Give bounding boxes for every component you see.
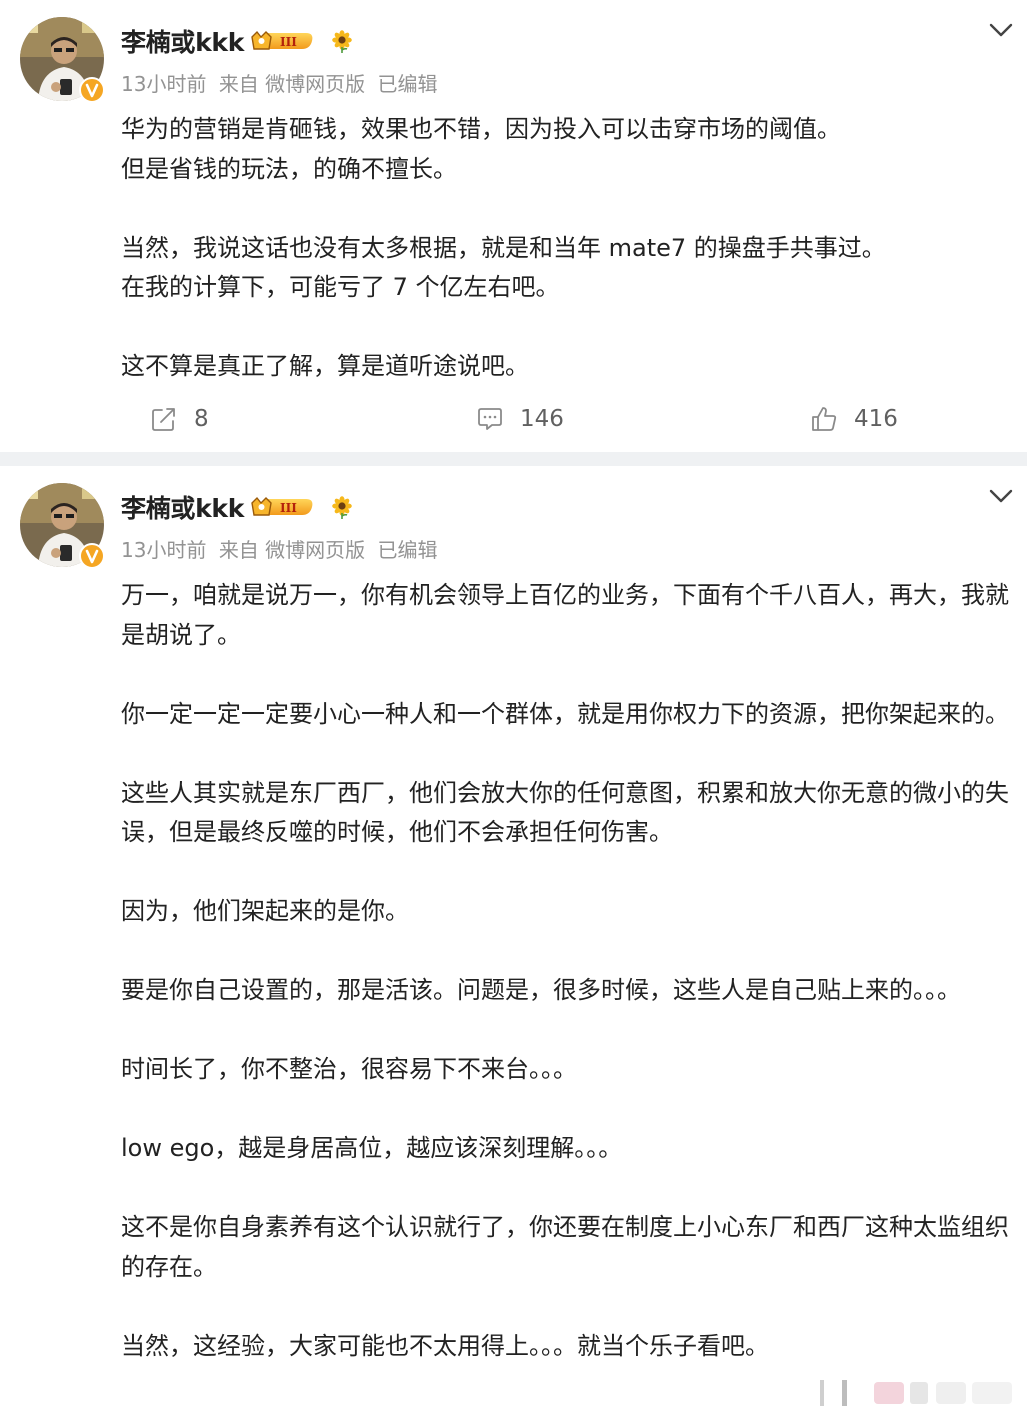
cropped-emoji-marks <box>820 1380 1012 1406</box>
sunflower-icon[interactable] <box>330 495 354 519</box>
user-name[interactable]: 李楠或kkk <box>121 23 244 59</box>
content-line: 要是你自己设置的，那是活该。问题是，很多时候，这些人是自己贴上来的。。。 <box>121 976 961 1004</box>
content-line: 时间长了，你不整治，很容易下不来台。。。 <box>121 1055 577 1083</box>
like-count: 416 <box>854 406 898 432</box>
like-button[interactable]: 416 <box>810 398 898 440</box>
post-separator <box>0 452 1027 466</box>
post-time[interactable]: 13小时前 <box>121 72 206 96</box>
content-line: 这些人其实就是东厂西厂，他们会放大你的任何意图，积累和放大你无意的微小的失误，但… <box>121 778 1009 847</box>
svg-text:III: III <box>280 35 297 49</box>
content-line: 但是省钱的玩法，的确不擅长。 <box>121 154 457 183</box>
member-level-badge-icon[interactable]: III <box>250 494 316 520</box>
user-name-row: 李楠或kkk III <box>121 488 354 526</box>
post-source: 来自 微博网页版 <box>218 538 366 562</box>
chevron-down-icon[interactable] <box>986 484 1016 508</box>
post-meta: 13小时前 来自 微博网页版 已编辑 <box>121 534 444 563</box>
content-line: 因为，他们架起来的是你。 <box>121 897 409 925</box>
repost-icon <box>152 408 175 431</box>
post-meta: 13小时前 来自 微博网页版 已编辑 <box>121 68 444 97</box>
content-line: 在我的计算下，可能亏了 7 个亿左右吧。 <box>121 273 560 301</box>
user-name-row: 李楠或kkk III <box>121 22 354 60</box>
post-source: 来自 微博网页版 <box>218 72 366 96</box>
chevron-down-icon[interactable] <box>986 18 1016 42</box>
content-line: 这不是你自身素养有这个认识就行了，你还要在制度上小心东厂和西厂这种太监组织的存在… <box>121 1213 1009 1281</box>
user-avatar[interactable] <box>20 483 105 569</box>
post-time[interactable]: 13小时前 <box>121 538 206 562</box>
content-line: 华为的营销是肯砸钱，效果也不错，因为投入可以击穿市场的阈值。 <box>121 115 841 143</box>
post-content: 华为的营销是肯砸钱，效果也不错，因为投入可以击穿市场的阈值。 但是省钱的玩法，的… <box>121 110 1017 387</box>
comment-button[interactable]: 146 <box>476 398 564 440</box>
comment-icon <box>478 408 502 430</box>
content-line: 这不算是真正了解，算是道听途说吧。 <box>121 352 529 380</box>
member-level-badge-icon[interactable]: III <box>250 28 316 54</box>
user-avatar[interactable] <box>20 17 105 103</box>
content-line: 当然，我说这话也没有太多根据，就是和当年 mate7 的操盘手共事过。 <box>121 233 886 262</box>
post-content: 万一，咱就是说万一，你有机会领导上百亿的业务，下面有个千八百人，再大，我就是胡说… <box>121 576 1017 1366</box>
weibo-post-2: 李楠或kkk III 13小时前 来自 微博网页版 已编辑 万一，咱就是说万一，… <box>0 466 1027 1416</box>
weibo-post-1: 李楠或kkk III 13小时前 来自 微博网页版 已编辑 华为的营销是肯砸钱，… <box>0 0 1027 452</box>
content-line: 万一，咱就是说万一，你有机会领导上百亿的业务，下面有个千八百人，再大，我就是胡说… <box>121 581 1009 649</box>
sunflower-icon[interactable] <box>330 29 354 53</box>
edited-label[interactable]: 已编辑 <box>378 72 438 96</box>
user-name[interactable]: 李楠或kkk <box>121 489 244 525</box>
svg-text:III: III <box>280 501 297 515</box>
repost-button[interactable]: 8 <box>150 398 209 440</box>
verified-badge-icon <box>79 77 105 103</box>
content-line: low ego，越是身居高位，越应该深刻理解。。。 <box>121 1134 623 1162</box>
content-line: 当然，这经验，大家可能也不太用得上。。。就当个乐子看吧。 <box>121 1331 769 1360</box>
verified-badge-icon <box>79 543 105 569</box>
edited-label[interactable]: 已编辑 <box>378 538 438 562</box>
content-line: 你一定一定一定要小心一种人和一个群体，就是用你权力下的资源，把你架起来的。 <box>121 699 1009 728</box>
repost-count: 8 <box>194 406 209 432</box>
thumbs-up-icon <box>812 407 837 431</box>
comment-count: 146 <box>520 406 564 432</box>
post-actions: 8 146 416 <box>0 398 1027 440</box>
